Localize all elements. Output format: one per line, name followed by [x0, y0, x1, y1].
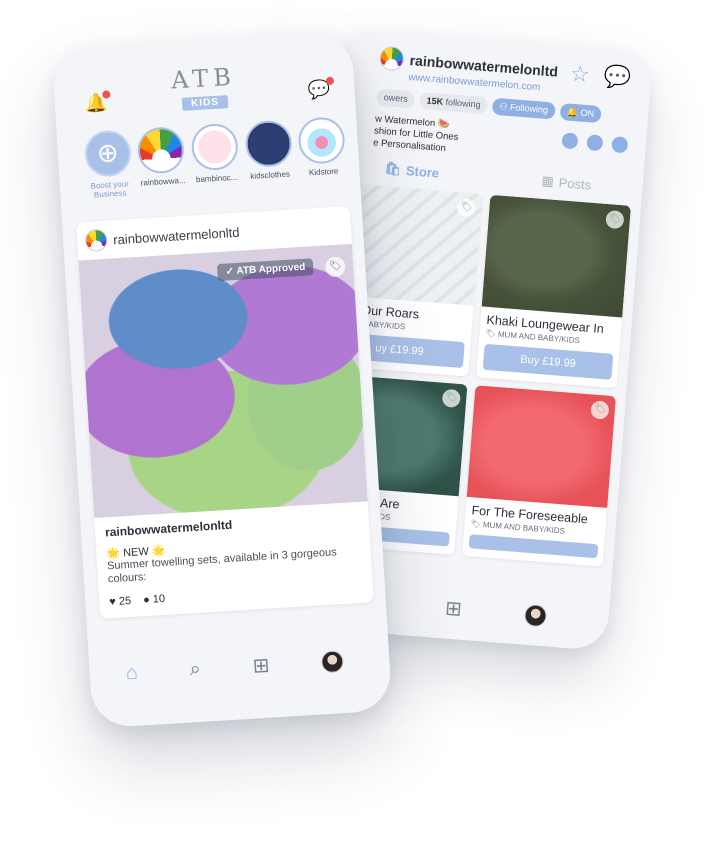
story-boost[interactable]: ⊕ Boost your Business	[83, 129, 135, 200]
instagram-icon[interactable]	[586, 134, 604, 152]
tab-store[interactable]: 🛍 Store	[384, 160, 440, 180]
approved-label: ATB Approved	[236, 261, 306, 277]
social-links	[560, 132, 629, 169]
bottom-nav: ⌂ ⌕ ⊞	[99, 647, 370, 688]
story-label: kidsclothes	[250, 169, 291, 181]
logo-subtitle: KIDS	[181, 95, 229, 111]
story-item[interactable]: bambinoc...	[190, 122, 242, 194]
tab-posts[interactable]: ▦ Posts	[541, 173, 592, 193]
notify-toggle[interactable]: 🔔 ON	[559, 102, 602, 124]
search-icon[interactable]: ⌕	[189, 658, 202, 682]
post-avatar	[84, 228, 108, 253]
notify-label: ON	[580, 107, 595, 119]
profile-actions: ☆ 💬	[569, 61, 632, 92]
follow-label: Following	[509, 102, 549, 116]
story-avatar	[136, 125, 186, 175]
store-icon: 🛍	[383, 160, 402, 177]
add-post-icon[interactable]: ⊞	[252, 653, 270, 679]
profile-avatar[interactable]	[524, 603, 548, 627]
like-button[interactable]: ♥ 25	[109, 595, 132, 608]
story-label: Kidstore	[308, 166, 339, 178]
bell-icon: 🔔	[566, 106, 579, 118]
home-icon[interactable]: ⌂	[125, 662, 138, 686]
star-icon[interactable]: ☆	[569, 61, 591, 88]
tag-icon[interactable]: 🏷	[324, 256, 346, 278]
product-image: 🏷	[481, 194, 632, 318]
following-label: following	[445, 96, 481, 110]
like-count: 25	[118, 594, 132, 608]
followers-stat: owers	[376, 88, 416, 109]
feed-post: rainbowwatermelonltd ✓ ATB Approved 🏷 ra…	[76, 205, 374, 619]
tab-store-label: Store	[405, 162, 440, 181]
post-username: rainbowwatermelonltd	[112, 224, 240, 247]
comment-button[interactable]: ● 10	[143, 593, 166, 606]
profile-avatar[interactable]	[320, 649, 345, 673]
product-card[interactable]: 🏷 Khaki Loungewear In 🏷 MUM AND BABY/KID…	[476, 194, 632, 389]
chat-icon[interactable]: 💬	[603, 63, 632, 91]
product-image: 🏷	[466, 385, 617, 508]
story-item[interactable]: kidsclothes	[243, 119, 295, 190]
story-avatar	[190, 122, 240, 172]
story-label: rainbowwa...	[140, 175, 186, 188]
app-showcase: ☆ 💬 rainbowwatermelonltd www.rainbowwate…	[0, 0, 726, 863]
tag-icon: 🏷	[441, 388, 462, 409]
product-card[interactable]: 🏷 For The Foreseeable 🏷 MUM AND BABY/KID…	[462, 385, 617, 567]
twitter-icon[interactable]	[611, 136, 629, 154]
heart-icon: ♥	[108, 595, 117, 609]
following-count: 15K	[426, 95, 444, 107]
app-header: 🔔 ATB KIDS 💬	[52, 31, 355, 115]
post-body: rainbowwatermelonltd 🌟 NEW 🌟 Summer towe…	[94, 501, 374, 619]
messages-button[interactable]: 💬	[307, 76, 335, 101]
comment-icon: ●	[142, 593, 151, 607]
story-label: bambinoc...	[195, 172, 238, 185]
grid-icon: ▦	[540, 172, 555, 189]
story-item[interactable]: rainbowwa...	[136, 125, 188, 197]
story-avatar	[297, 116, 347, 165]
post-engagement: ♥ 25 ● 10	[109, 581, 363, 608]
following-stat: 15K following	[418, 91, 489, 115]
follow-icon: ⚇	[499, 101, 508, 112]
tag-icon: 🏷	[456, 198, 477, 218]
story-label: Boost your Business	[90, 179, 130, 200]
check-icon: ✓	[225, 266, 235, 278]
add-post-icon[interactable]: ⊞	[444, 596, 463, 622]
comment-count: 10	[152, 592, 166, 606]
tag-icon: 🏷	[590, 400, 610, 420]
profile-header: rainbowwatermelonltd www.rainbowwatermel…	[335, 29, 653, 171]
profile-bio: w Watermelon 🍉 shion for Little Ones e P…	[373, 113, 460, 156]
tag-icon: 🏷	[605, 209, 625, 230]
approved-badge: ✓ ATB Approved	[217, 258, 314, 282]
story-item[interactable]: Kidstore	[297, 116, 349, 187]
post-image[interactable]: ✓ ATB Approved 🏷	[78, 243, 368, 519]
plus-icon: ⊕	[83, 129, 133, 178]
story-avatar	[243, 119, 293, 169]
feed-screen: 🔔 ATB KIDS 💬 ⊕ Boost your Business rainb…	[51, 31, 393, 729]
facebook-icon[interactable]	[561, 132, 579, 150]
follow-button[interactable]: ⚇ Following	[491, 97, 556, 120]
profile-logo	[378, 45, 405, 72]
tab-posts-label: Posts	[558, 174, 592, 193]
